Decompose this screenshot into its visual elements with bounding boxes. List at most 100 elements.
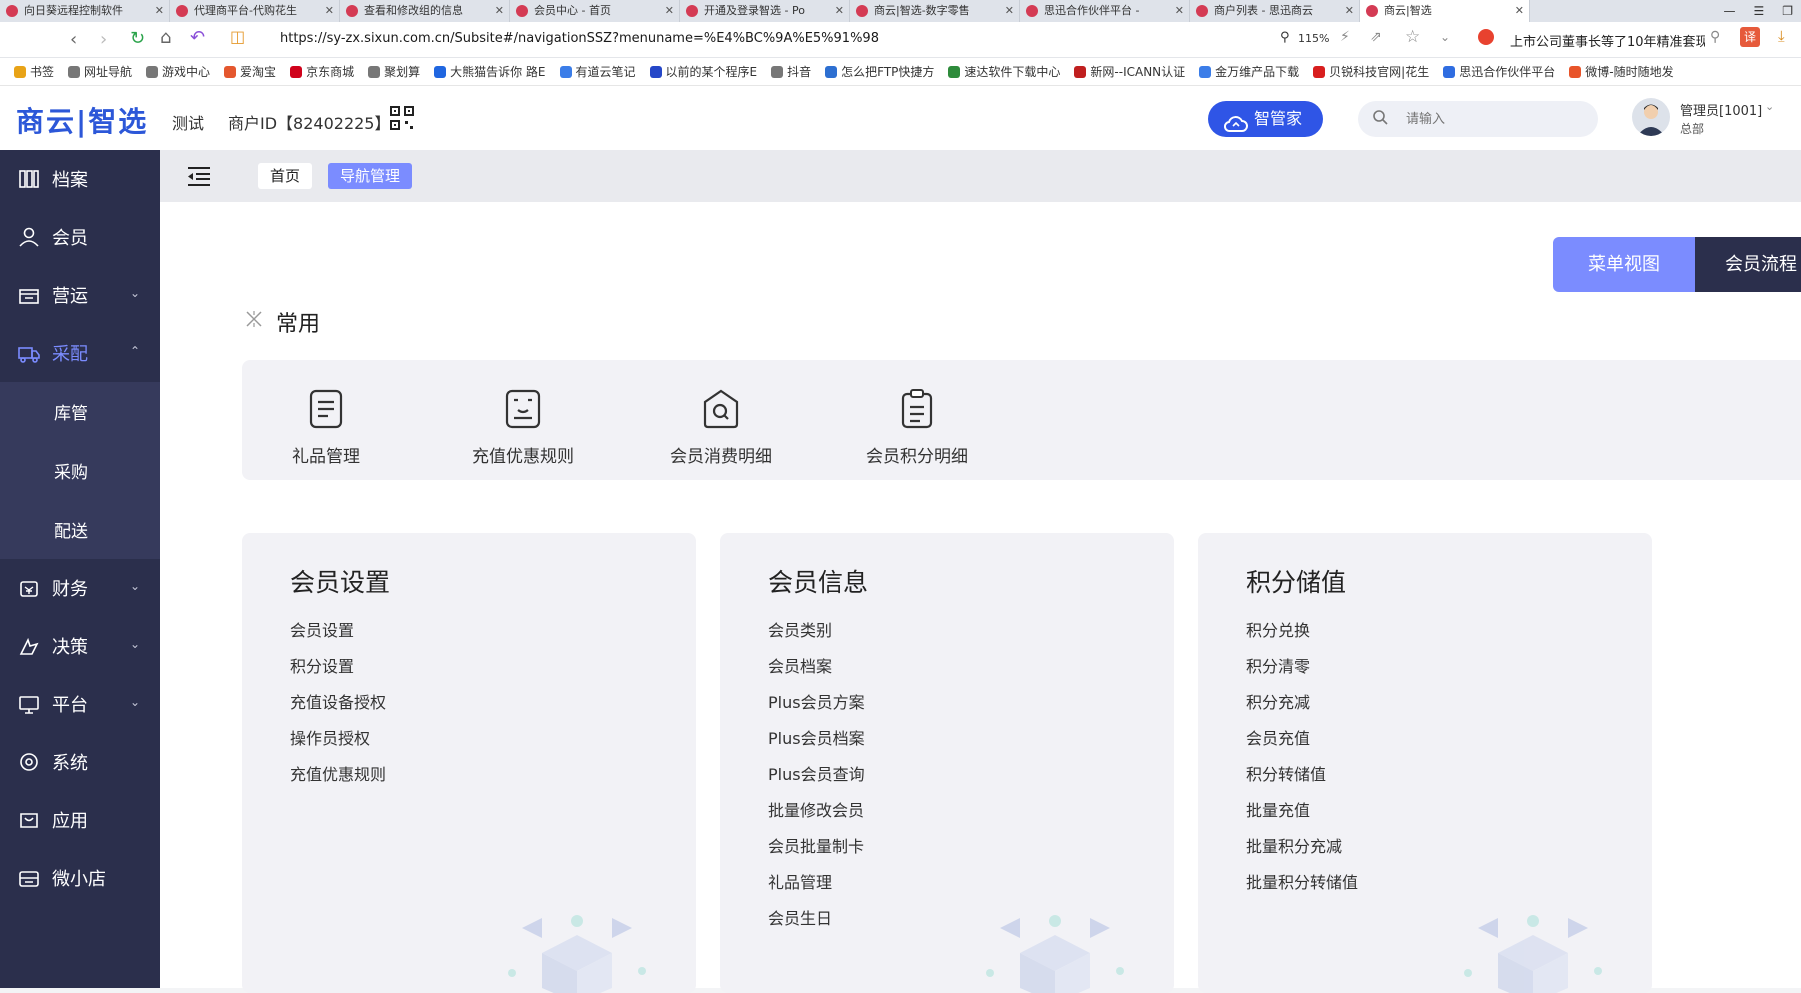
bookmark-item[interactable]: 抖音 bbox=[771, 63, 811, 80]
search-engine-icon[interactable] bbox=[1478, 29, 1494, 45]
home-icon[interactable]: ⌂ bbox=[160, 27, 171, 48]
menu-link[interactable]: 积分清零 bbox=[1246, 649, 1358, 685]
menu-link[interactable]: Plus会员查询 bbox=[768, 757, 865, 793]
collapse-menu-icon[interactable] bbox=[186, 165, 212, 187]
translate-icon[interactable]: 译 bbox=[1740, 27, 1760, 47]
back-icon[interactable]: ‹ bbox=[70, 29, 77, 50]
menu-link[interactable]: Plus会员方案 bbox=[768, 685, 865, 721]
close-tab-icon[interactable]: ✕ bbox=[1005, 0, 1014, 22]
browser-tab[interactable]: 商云|智选-数字零售 ✕ bbox=[850, 0, 1020, 22]
forward-icon[interactable]: › bbox=[100, 29, 107, 50]
breadcrumb-current[interactable]: 导航管理 bbox=[328, 163, 413, 189]
browser-tab[interactable]: 查看和修改组的信息 ✕ bbox=[340, 0, 510, 22]
sidebar-item[interactable]: 财务 ⌄ bbox=[0, 559, 160, 617]
sidebar-subitem[interactable]: 采购 bbox=[0, 441, 160, 500]
menu-link[interactable]: 积分转储值 bbox=[1246, 757, 1358, 793]
bookmark-item[interactable]: 以前的某个程序E bbox=[649, 63, 757, 80]
bookmark-item[interactable]: 贝锐科技官网|花生 bbox=[1313, 63, 1429, 80]
bookmark-item[interactable]: 有道云笔记 bbox=[559, 63, 636, 80]
menu-link[interactable]: 积分设置 bbox=[290, 649, 386, 685]
menu-link[interactable]: 批量修改会员 bbox=[768, 793, 865, 829]
menu-link[interactable]: 批量积分转储值 bbox=[1246, 865, 1358, 901]
bookmark-item[interactable]: 游戏中心 bbox=[146, 63, 210, 80]
common-item[interactable]: 充值优惠规则 bbox=[452, 360, 594, 480]
menu-link[interactable]: 礼品管理 bbox=[768, 865, 865, 901]
menu-link[interactable]: 充值优惠规则 bbox=[290, 757, 386, 793]
breadcrumb-home[interactable]: 首页 bbox=[258, 163, 313, 189]
sidebar-item[interactable]: 决策 ⌄ bbox=[0, 617, 160, 675]
url-input[interactable]: https://sy-zx.sixun.com.cn/Subsite#/navi… bbox=[280, 31, 879, 46]
bookmark-item[interactable]: 新网--ICANN认证 bbox=[1074, 63, 1185, 80]
bookmark-item[interactable]: 微博-随时随地发 bbox=[1569, 63, 1674, 80]
browser-tab[interactable]: 开通及登录智选 - Po ✕ bbox=[680, 0, 850, 22]
zoom-icon[interactable]: ⚲ bbox=[1280, 30, 1290, 45]
menu-icon[interactable]: ☰ bbox=[1753, 0, 1764, 22]
star-icon[interactable]: ☆ bbox=[1405, 27, 1420, 47]
menu-link[interactable]: 会员类别 bbox=[768, 613, 865, 649]
user-name[interactable]: 管理员[1001] bbox=[1680, 100, 1762, 119]
sidebar-item[interactable]: 档案 bbox=[0, 150, 160, 208]
close-tab-icon[interactable]: ✕ bbox=[325, 0, 334, 22]
menu-link[interactable]: 充值设备授权 bbox=[290, 685, 386, 721]
avatar[interactable] bbox=[1632, 98, 1670, 136]
browser-tab[interactable]: 商户列表 - 思迅商云 ✕ bbox=[1190, 0, 1360, 22]
common-item[interactable]: 会员消费明细 bbox=[650, 360, 792, 480]
menu-link[interactable]: 会员批量制卡 bbox=[768, 829, 865, 865]
refresh-icon[interactable]: ↻ bbox=[130, 28, 145, 49]
browser-tab[interactable]: 代理商平台-代购花生 ✕ bbox=[170, 0, 340, 22]
sidebar-subitem[interactable]: 配送 bbox=[0, 500, 160, 559]
bookmark-item[interactable]: 怎么把FTP快捷方 bbox=[825, 63, 934, 80]
news-text[interactable]: 上市公司董事长等了10年精准套现 bbox=[1510, 31, 1705, 50]
browser-tab[interactable]: 思迅合作伙伴平台 - ✕ bbox=[1020, 0, 1190, 22]
close-tab-icon[interactable]: ✕ bbox=[665, 0, 674, 22]
share-icon[interactable]: ⇗ bbox=[1370, 29, 1382, 45]
sidebar-item[interactable]: 应用 bbox=[0, 791, 160, 849]
sidebar-subitem[interactable]: 库管 bbox=[0, 382, 160, 441]
menu-link[interactable]: 会员设置 bbox=[290, 613, 386, 649]
qrcode-icon[interactable] bbox=[390, 106, 414, 130]
browser-tab[interactable]: 向日葵远程控制软件 ✕ bbox=[0, 0, 170, 22]
common-item[interactable]: 礼品管理 bbox=[272, 360, 380, 480]
bookmark-item[interactable]: 金万维产品下载 bbox=[1199, 63, 1299, 80]
close-tab-icon[interactable]: ✕ bbox=[495, 0, 504, 22]
browser-tab[interactable]: 商云|智选 ✕ bbox=[1360, 0, 1530, 22]
search-box[interactable] bbox=[1358, 101, 1598, 137]
sidebar-item[interactable]: 采配 ⌃ bbox=[0, 324, 160, 382]
common-item[interactable]: 会员积分明细 bbox=[846, 360, 988, 480]
bookmark-item[interactable]: 思迅合作伙伴平台 bbox=[1443, 63, 1555, 80]
menu-link[interactable]: 积分充减 bbox=[1246, 685, 1358, 721]
sidebar-item[interactable]: 平台 ⌄ bbox=[0, 675, 160, 733]
bookmark-item[interactable]: 京东商城 bbox=[290, 63, 354, 80]
menu-link[interactable]: 会员充值 bbox=[1246, 721, 1358, 757]
bookmark-item[interactable]: 大熊猫告诉你 路E bbox=[434, 63, 546, 80]
sidebar-item[interactable]: 微小店 bbox=[0, 849, 160, 907]
bookmark-item[interactable]: 书签 bbox=[14, 63, 54, 80]
close-tab-icon[interactable]: ✕ bbox=[835, 0, 844, 22]
download-icon[interactable]: ⤓ bbox=[1778, 27, 1785, 45]
menu-link[interactable]: 操作员授权 bbox=[290, 721, 386, 757]
close-tab-icon[interactable]: ✕ bbox=[1345, 0, 1354, 22]
restore-icon[interactable]: ❐ bbox=[1782, 0, 1793, 22]
sidebar-item[interactable]: 会员 bbox=[0, 208, 160, 266]
bookmark-item[interactable]: 爱淘宝 bbox=[224, 63, 276, 80]
flash-icon[interactable]: ⚡ bbox=[1340, 29, 1350, 45]
user-dropdown-icon[interactable]: ⌄ bbox=[1765, 100, 1774, 113]
bookmark-item[interactable]: 速达软件下载中心 bbox=[948, 63, 1060, 80]
search-icon[interactable]: ⚲ bbox=[1710, 29, 1720, 45]
menu-link[interactable]: 批量积分充减 bbox=[1246, 829, 1358, 865]
menu-link[interactable]: Plus会员档案 bbox=[768, 721, 865, 757]
bookmark-panel-icon[interactable]: ◫ bbox=[230, 27, 245, 46]
sidebar-item[interactable]: 营运 ⌄ bbox=[0, 266, 160, 324]
collapse-common-icon[interactable] bbox=[245, 310, 263, 328]
assistant-button[interactable]: 智管家 bbox=[1208, 101, 1323, 137]
bookmark-item[interactable]: 网址导航 bbox=[68, 63, 132, 80]
sidebar-item[interactable]: 系统 bbox=[0, 733, 160, 791]
tab-menu-view[interactable]: 菜单视图 bbox=[1553, 237, 1695, 292]
close-tab-icon[interactable]: ✕ bbox=[1175, 0, 1184, 22]
menu-link[interactable]: 批量充值 bbox=[1246, 793, 1358, 829]
tab-member-flow[interactable]: 会员流程 bbox=[1695, 237, 1801, 292]
bookmark-item[interactable]: 聚划算 bbox=[368, 63, 420, 80]
minimize-icon[interactable]: — bbox=[1723, 0, 1735, 22]
search-input[interactable] bbox=[1406, 109, 1576, 129]
menu-link[interactable]: 积分兑换 bbox=[1246, 613, 1358, 649]
